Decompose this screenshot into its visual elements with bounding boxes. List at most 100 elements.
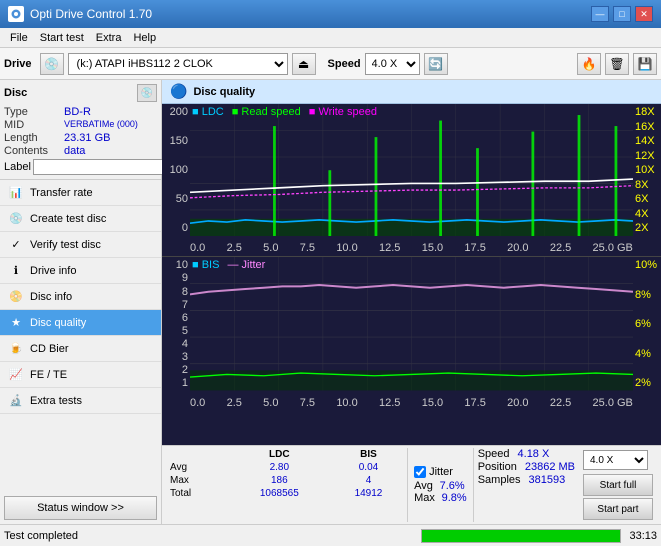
disc-panel: Disc 💿 Type BD-R MID VERBATIMe (000) Len… xyxy=(0,80,161,180)
sidebar-label-create-test-disc: Create test disc xyxy=(30,213,106,225)
menu-help[interactable]: Help xyxy=(127,30,162,46)
top-chart: ■ LDC ■ Read speed ■ Write speed 200 150… xyxy=(162,104,661,257)
disc-quality-icon: ★ xyxy=(8,315,24,331)
maximize-button[interactable]: □ xyxy=(613,6,631,22)
mid-key: MID xyxy=(4,119,64,131)
col-empty xyxy=(166,448,229,461)
avg-label: Avg xyxy=(166,461,229,474)
extra-tests-icon: 🔬 xyxy=(8,393,24,409)
burn-button[interactable]: 🔥 xyxy=(577,53,601,75)
menu-extra[interactable]: Extra xyxy=(90,30,128,46)
top-legend: ■ LDC ■ Read speed ■ Write speed xyxy=(192,106,377,118)
max-bis: 4 xyxy=(330,474,407,487)
sidebar-item-transfer-rate[interactable]: 📊 Transfer rate xyxy=(0,180,161,206)
speed-row: Speed 4.18 X xyxy=(478,448,575,460)
speed-key: Speed xyxy=(478,448,510,460)
sidebar-item-disc-info[interactable]: 📀 Disc info xyxy=(0,284,161,310)
sidebar-item-cd-bier[interactable]: 🍺 CD Bier xyxy=(0,336,161,362)
sidebar-label-disc-info: Disc info xyxy=(30,291,72,303)
position-key: Position xyxy=(478,461,517,473)
menu-start-test[interactable]: Start test xyxy=(34,30,90,46)
drive-info-icon: ℹ xyxy=(8,263,24,279)
disc-icon-button[interactable]: 💿 xyxy=(137,84,157,102)
window-controls[interactable]: — □ ✕ xyxy=(591,6,653,22)
top-x-axis: 0.0 2.5 5.0 7.5 10.0 12.5 15.0 17.5 20.0… xyxy=(190,242,633,254)
minimize-button[interactable]: — xyxy=(591,6,609,22)
bottom-chart: ■ BIS — Jitter 10 9 8 7 6 5 4 3 2 xyxy=(162,257,661,410)
stats-speed-select[interactable]: 4.0 X xyxy=(583,450,648,470)
titlebar: Opti Drive Control 1.70 — □ ✕ xyxy=(0,0,661,28)
disc-quality-panel: 🔵 Disc quality ■ LDC ■ Read speed ■ Writ… xyxy=(162,80,661,524)
disc-quality-title: Disc quality xyxy=(193,86,255,98)
menu-file[interactable]: File xyxy=(4,30,34,46)
bottom-chart-svg xyxy=(190,257,633,390)
sidebar-label-verify-test-disc: Verify test disc xyxy=(30,239,101,251)
bottom-legend: ■ BIS — Jitter xyxy=(192,259,265,271)
type-value: BD-R xyxy=(64,106,157,118)
eject-button[interactable]: ⏏ xyxy=(292,53,316,75)
top-y-axis-right: 18X 16X 14X 12X 10X 8X 6X 4X 2X xyxy=(633,104,661,236)
label-input[interactable] xyxy=(33,159,171,175)
sidebar-label-drive-info: Drive info xyxy=(30,265,76,277)
sidebar-item-drive-info[interactable]: ℹ Drive info xyxy=(0,258,161,284)
jitter-checkbox[interactable] xyxy=(414,466,426,478)
jitter-label: Jitter xyxy=(429,466,453,478)
erase-button[interactable]: 🗑 xyxy=(605,53,629,75)
drive-select[interactable]: (k:) ATAPI iHBS112 2 CLOK xyxy=(68,53,288,75)
toolbar: Drive 💿 (k:) ATAPI iHBS112 2 CLOK ⏏ Spee… xyxy=(0,48,661,80)
close-button[interactable]: ✕ xyxy=(635,6,653,22)
content-area: 🔵 Disc quality ■ LDC ■ Read speed ■ Writ… xyxy=(162,80,661,524)
length-key: Length xyxy=(4,132,64,144)
menubar: File Start test Extra Help xyxy=(0,28,661,48)
top-chart-svg xyxy=(190,104,633,236)
sidebar-label-fe-te: FE / TE xyxy=(30,369,67,381)
drive-label: Drive xyxy=(4,58,32,70)
stats-area: LDC BIS Avg 2.80 0.04 Max xyxy=(162,445,661,524)
bis-legend-label: ■ BIS xyxy=(192,259,219,271)
save-button[interactable]: 💾 xyxy=(633,53,657,75)
ldc-legend-label: ■ LDC xyxy=(192,106,224,118)
disc-panel-title: Disc xyxy=(4,87,27,99)
start-full-button[interactable]: Start full xyxy=(583,474,653,496)
length-value: 23.31 GB xyxy=(64,132,157,144)
top-y-axis-left: 200 150 100 50 0 xyxy=(162,104,190,236)
samples-key: Samples xyxy=(478,474,521,486)
position-value: 23862 MB xyxy=(525,461,575,473)
jitter-max-val: 9.8% xyxy=(442,492,467,504)
verify-test-disc-icon: ✓ xyxy=(8,237,24,253)
start-part-button[interactable]: Start part xyxy=(583,498,653,520)
sidebar-item-verify-test-disc[interactable]: ✓ Verify test disc xyxy=(0,232,161,258)
progress-bar-fill xyxy=(422,530,620,542)
sidebar-item-fe-te[interactable]: 📈 FE / TE xyxy=(0,362,161,388)
status-text: Test completed xyxy=(4,530,413,542)
type-key: Type xyxy=(4,106,64,118)
samples-row: Samples 381593 xyxy=(478,474,575,486)
avg-ldc: 2.80 xyxy=(229,461,330,474)
nav-items: 📊 Transfer rate 💿 Create test disc ✓ Ver… xyxy=(0,180,161,492)
stats-table: LDC BIS Avg 2.80 0.04 Max xyxy=(166,448,407,522)
position-row: Position 23862 MB xyxy=(478,461,575,473)
statusbar: Test completed 33:13 xyxy=(0,524,661,546)
speed-select[interactable]: 4.0 X xyxy=(365,53,420,75)
sidebar-label-extra-tests: Extra tests xyxy=(30,395,82,407)
sidebar-item-extra-tests[interactable]: 🔬 Extra tests xyxy=(0,388,161,414)
sidebar: Disc 💿 Type BD-R MID VERBATIMe (000) Len… xyxy=(0,80,162,524)
stats-row-total: Total 1068565 14912 xyxy=(166,487,407,500)
sidebar-item-create-test-disc[interactable]: 💿 Create test disc xyxy=(0,206,161,232)
bottom-y-axis-right: 10% 8% 6% 4% 2% xyxy=(633,257,661,390)
main-layout: Disc 💿 Type BD-R MID VERBATIMe (000) Len… xyxy=(0,80,661,524)
col-ldc: LDC xyxy=(229,448,330,461)
bottom-x-axis: 0.0 2.5 5.0 7.5 10.0 12.5 15.0 17.5 20.0… xyxy=(190,397,633,409)
disc-quality-header: 🔵 Disc quality xyxy=(162,80,661,104)
drive-icon-button[interactable]: 💿 xyxy=(40,53,64,75)
progress-bar-container xyxy=(421,529,621,543)
cd-bier-icon: 🍺 xyxy=(8,341,24,357)
samples-value: 381593 xyxy=(529,474,566,486)
sidebar-label-cd-bier: CD Bier xyxy=(30,343,69,355)
status-time: 33:13 xyxy=(629,530,657,542)
status-window-button[interactable]: Status window >> xyxy=(4,496,157,520)
sidebar-label-transfer-rate: Transfer rate xyxy=(30,187,93,199)
jitter-max-row: Max 9.8% xyxy=(414,492,467,504)
refresh-button[interactable]: 🔄 xyxy=(424,53,448,75)
sidebar-item-disc-quality[interactable]: ★ Disc quality xyxy=(0,310,161,336)
